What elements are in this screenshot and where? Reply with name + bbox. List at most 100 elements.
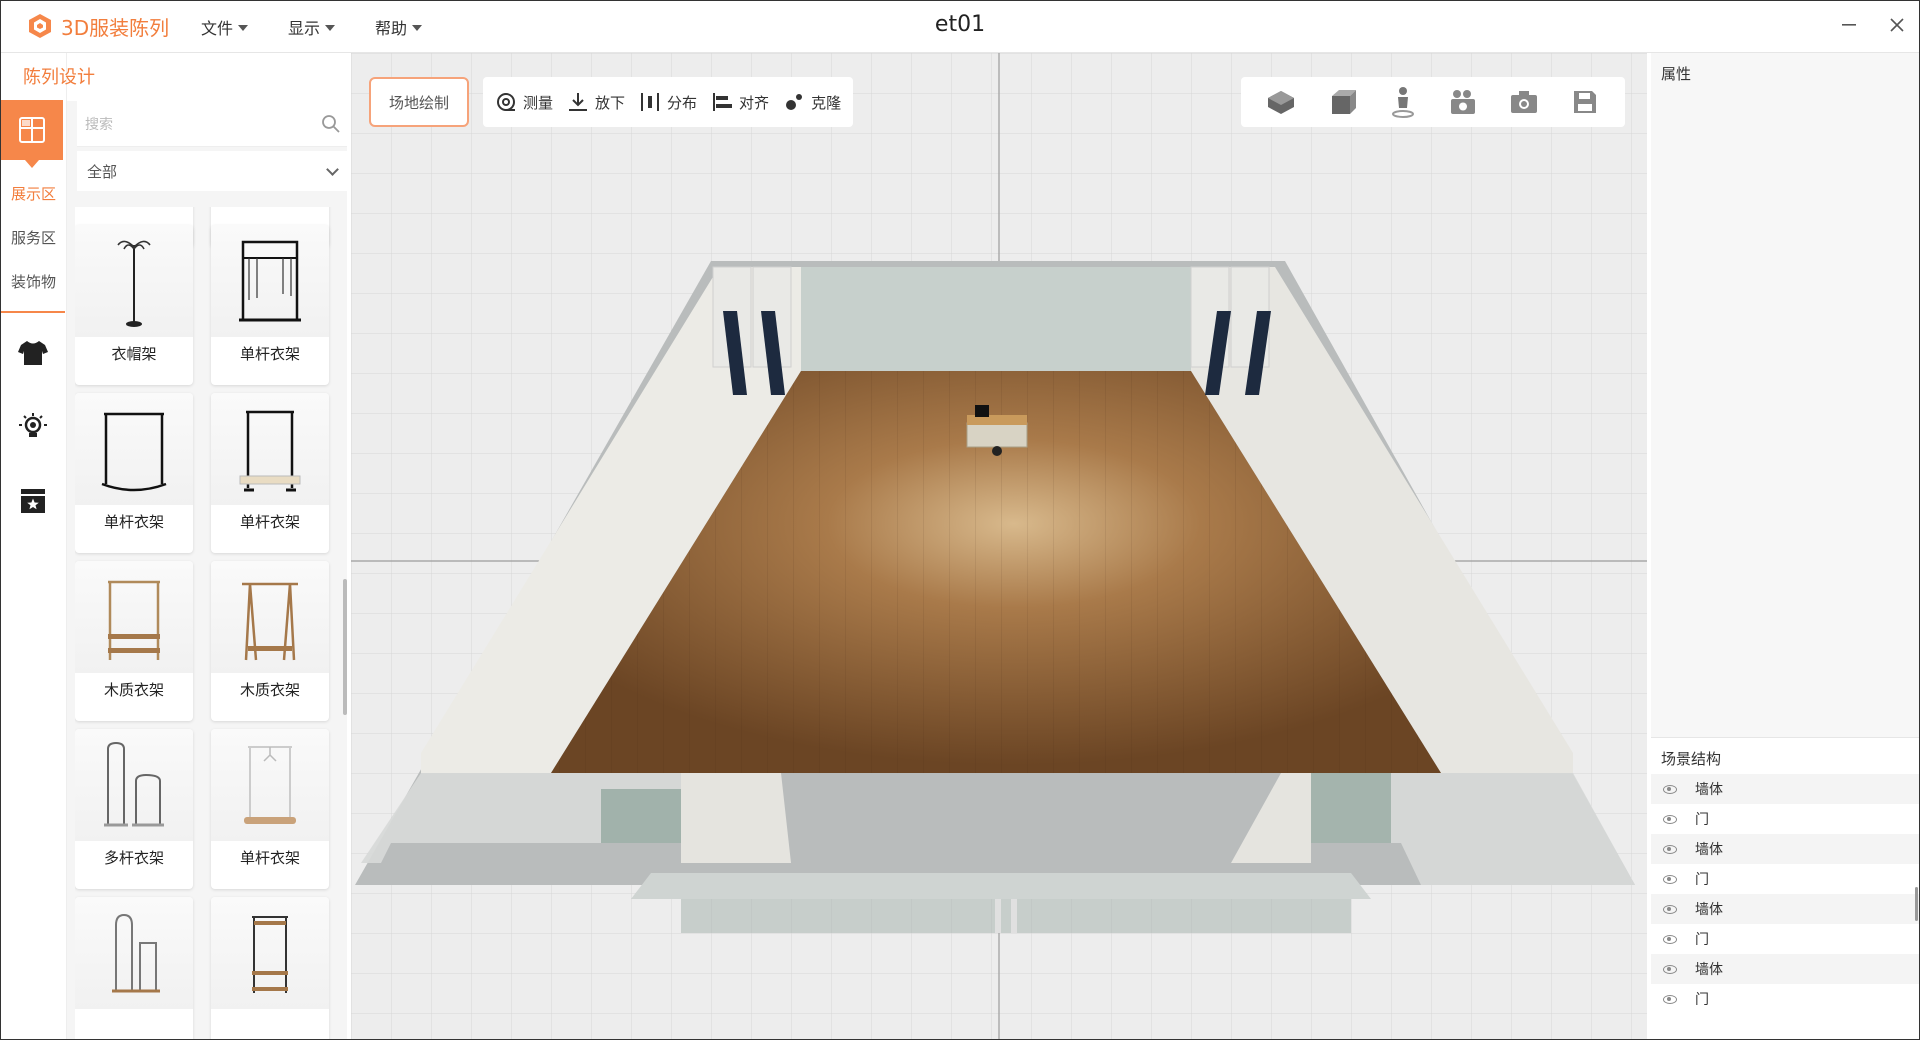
item-label: 单杆衣架 (239, 849, 300, 867)
screenshot-icon[interactable] (1506, 84, 1542, 120)
tree-item-label: 墙体 (1695, 842, 1723, 858)
wooden-rack-icon (75, 561, 193, 673)
tree-item[interactable]: 墙体 (1651, 894, 1919, 924)
tall-rack-icon (75, 897, 193, 1009)
title-bar: 3D服装陈列 文件 显示 帮助 et01 (1, 1, 1919, 53)
arched-rack-icon (75, 393, 193, 505)
item-card[interactable]: 单杆衣架 (211, 729, 329, 889)
measure-label: 测量 (523, 93, 554, 112)
item-card[interactable]: 衣帽架 (75, 225, 193, 385)
item-card[interactable]: 木质衣架 (211, 561, 329, 721)
visibility-eye-icon[interactable] (1663, 844, 1677, 854)
item-label: 单杆衣架 (239, 345, 300, 363)
properties-panel: 属性 (1651, 53, 1919, 737)
align-button[interactable]: 对齐 (711, 91, 769, 113)
chevron-down-icon (326, 162, 339, 176)
multi-rack-icon (75, 729, 193, 841)
coat-stand-icon (75, 225, 193, 337)
item-label: 木质衣架 (239, 681, 300, 699)
item-card[interactable] (75, 897, 193, 1039)
visibility-eye-icon[interactable] (1663, 784, 1677, 794)
tree-item-label: 墙体 (1695, 962, 1723, 978)
tab-service-area[interactable]: 服务区 (11, 227, 56, 248)
tree-item[interactable]: 门 (1651, 984, 1919, 1014)
edit-toolbar: 测量 放下 分布 对齐 克隆 (483, 77, 854, 127)
showcase-icon[interactable] (15, 483, 51, 519)
close-icon[interactable] (1885, 13, 1909, 37)
visibility-eye-icon[interactable] (1663, 874, 1677, 884)
item-card[interactable]: 多杆衣架 (75, 729, 193, 889)
tshirt-icon[interactable] (15, 335, 51, 371)
scene-viewport[interactable]: 场地绘制 测量 放下 分布 对齐 克隆 (351, 53, 1647, 1039)
tree-item[interactable]: 门 (1651, 864, 1919, 894)
panel-title: 陈列设计 (23, 67, 95, 88)
tree-item-label: 墙体 (1695, 902, 1723, 918)
visibility-eye-icon[interactable] (1663, 994, 1677, 1004)
catalog-panel: 全部 衣帽架 单杆衣架 单杆衣架 (67, 101, 347, 1039)
site-drawing-button[interactable]: 场地绘制 (369, 77, 469, 127)
tree-item[interactable]: 门 (1651, 924, 1919, 954)
minimize-icon[interactable] (1837, 13, 1861, 37)
item-label: 衣帽架 (111, 345, 157, 363)
visibility-eye-icon[interactable] (1663, 904, 1677, 914)
distribute-label: 分布 (667, 93, 698, 112)
rail-divider (1, 311, 65, 313)
item-card[interactable]: 单杆衣架 (211, 393, 329, 553)
tree-item-label: 门 (1695, 932, 1709, 948)
rack-with-shelf-icon (211, 393, 329, 505)
scene-tree-scrollbar[interactable] (1915, 887, 1918, 921)
category-filter-select[interactable]: 全部 (77, 151, 347, 191)
shelf-rack-icon (211, 897, 329, 1009)
item-card[interactable] (211, 897, 329, 1039)
tab-display-area[interactable]: 展示区 (11, 183, 56, 204)
visibility-eye-icon[interactable] (1663, 934, 1677, 944)
align-icon (713, 93, 733, 111)
item-card[interactable]: 单杆衣架 (211, 225, 329, 385)
clone-button[interactable]: 克隆 (783, 91, 841, 113)
document-title: et01 (934, 12, 986, 37)
search-icon[interactable] (321, 114, 341, 134)
single-rack-base-icon (211, 729, 329, 841)
tree-item[interactable]: 墙体 (1651, 834, 1919, 864)
align-label: 对齐 (739, 93, 770, 112)
layout-icon[interactable] (1, 100, 63, 168)
perspective-view-icon[interactable] (1263, 84, 1299, 120)
visibility-eye-icon[interactable] (1663, 964, 1677, 974)
item-label: 单杆衣架 (239, 513, 300, 531)
tree-item[interactable]: 门 (1651, 804, 1919, 834)
clone-label: 克隆 (811, 93, 842, 112)
scene-structure-panel: 场景结构 墙体 门 墙体 门 墙体 门 墙体 门 (1651, 737, 1919, 1039)
save-icon[interactable] (1567, 84, 1603, 120)
search-box (77, 101, 347, 147)
app-window: 3D服装陈列 文件 显示 帮助 et01 陈列设计 展示区 服务区 装饰物 搜索… (0, 0, 1920, 1040)
tab-decorations[interactable]: 装饰物 (11, 271, 56, 292)
walk-view-icon[interactable] (1385, 84, 1421, 120)
visibility-eye-icon[interactable] (1663, 814, 1677, 824)
distribute-button[interactable]: 分布 (639, 91, 697, 113)
video-icon[interactable] (1445, 84, 1481, 120)
search-input[interactable] (85, 111, 305, 137)
view-toolbar (1241, 77, 1625, 127)
top-view-icon[interactable] (1324, 84, 1360, 120)
item-label: 木质衣架 (103, 681, 164, 699)
lightbulb-icon[interactable] (15, 409, 51, 445)
category-filter-value: 全部 (87, 162, 118, 181)
measure-button[interactable]: 测量 (495, 91, 553, 113)
tree-item[interactable]: 墙体 (1651, 954, 1919, 984)
item-label: 单杆衣架 (103, 513, 164, 531)
catalog-scrollbar[interactable] (343, 579, 347, 715)
drop-icon (569, 93, 588, 111)
tree-item-label: 墙体 (1695, 782, 1723, 798)
clone-icon (786, 94, 803, 110)
tree-item-label: 门 (1695, 812, 1709, 828)
item-card[interactable]: 单杆衣架 (75, 393, 193, 553)
wooden-a-rack-icon (211, 561, 329, 673)
single-rack-icon (211, 225, 329, 337)
scene-canvas[interactable] (351, 53, 1647, 1039)
item-card[interactable]: 木质衣架 (75, 561, 193, 721)
tree-item[interactable]: 墙体 (1651, 774, 1919, 804)
item-grid: 衣帽架 单杆衣架 单杆衣架 单杆衣架 木质衣架 木质衣架 多杆衣架 单杆衣架 (75, 207, 335, 1039)
drop-button[interactable]: 放下 (567, 91, 625, 113)
scene-structure-title: 场景结构 (1661, 750, 1722, 768)
tree-item-label: 门 (1695, 872, 1709, 888)
